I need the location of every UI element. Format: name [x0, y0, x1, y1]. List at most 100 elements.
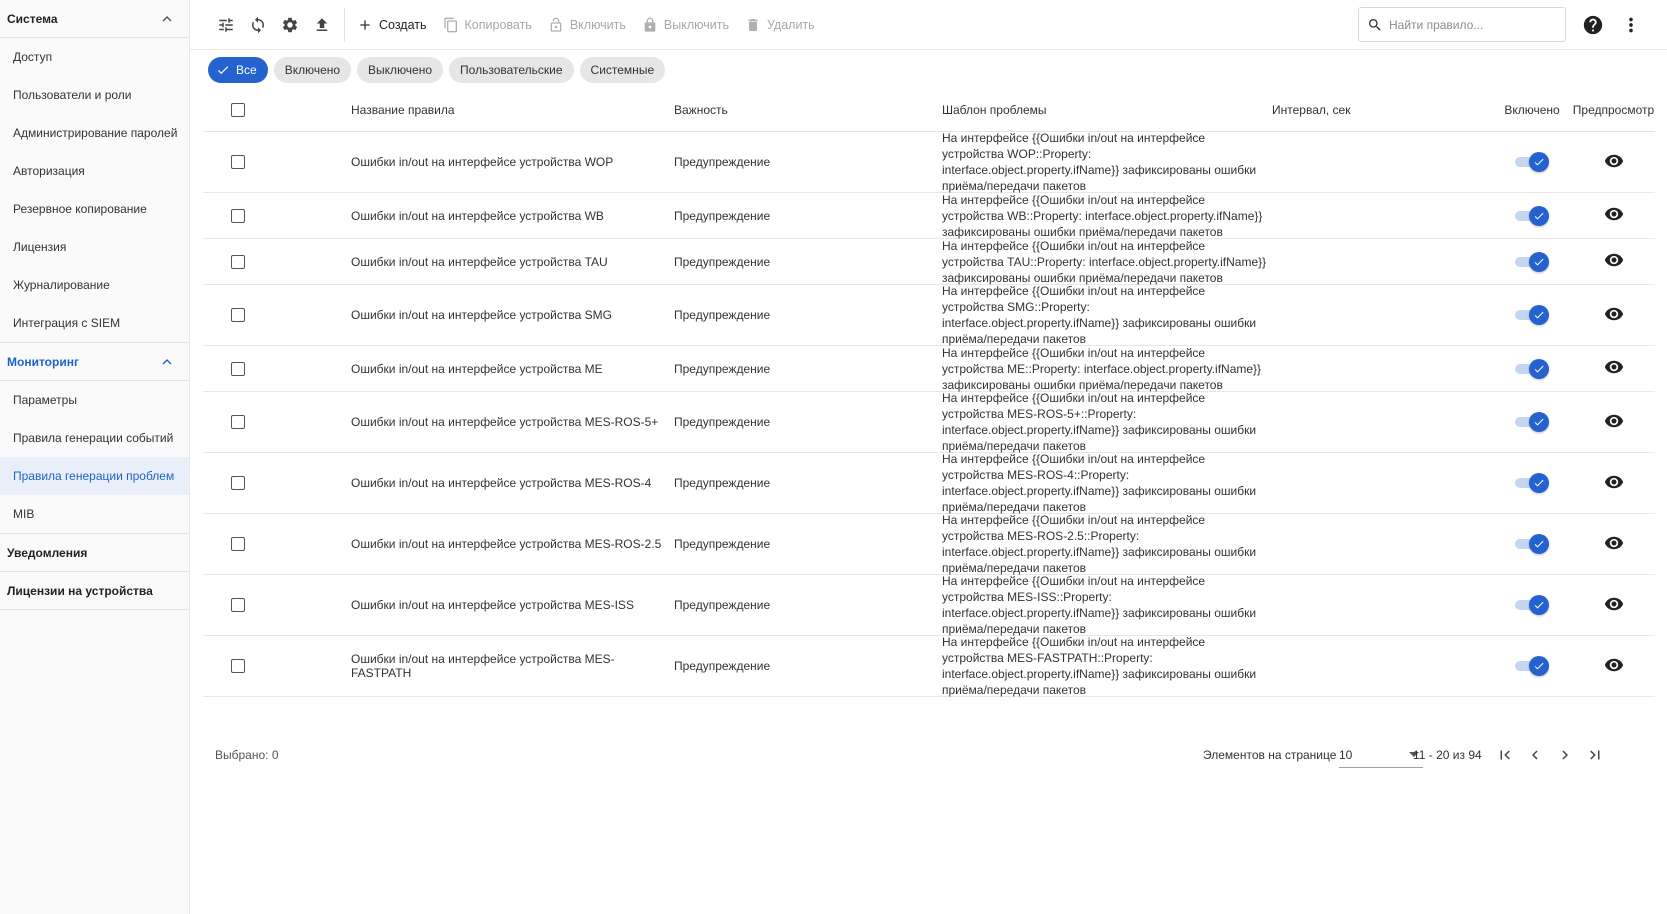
enabled-toggle[interactable]	[1515, 473, 1549, 493]
sidebar-group-notifications[interactable]: Уведомления	[0, 534, 189, 572]
check-icon	[217, 66, 229, 75]
last-page-button[interactable]	[1583, 743, 1607, 767]
column-header-enabled[interactable]: Включено	[1492, 103, 1572, 117]
table-row[interactable]: Ошибки in/out на интерфейсе устройства M…	[203, 513, 1655, 575]
create-button[interactable]: Создать	[349, 9, 435, 41]
preview-button[interactable]	[1604, 250, 1624, 273]
preview-button[interactable]	[1604, 304, 1624, 327]
filter-chip-disabled[interactable]: Выключено	[357, 57, 444, 83]
rule-severity: Предупреждение	[674, 659, 771, 673]
sidebar-item-authorization[interactable]: Авторизация	[0, 152, 189, 190]
prev-page-button[interactable]	[1523, 743, 1547, 767]
row-checkbox-cell	[203, 537, 351, 551]
eye-icon	[1604, 658, 1623, 671]
table-row[interactable]: Ошибки in/out на интерфейсе устройства M…	[203, 635, 1655, 697]
per-page-select[interactable]: 10	[1339, 742, 1423, 768]
row-checkbox[interactable]	[231, 476, 245, 490]
refresh-button[interactable]	[242, 9, 274, 41]
rule-preview-cell	[1572, 411, 1655, 434]
enabled-toggle[interactable]	[1515, 595, 1549, 615]
sidebar-item-mib[interactable]: MIB	[0, 495, 189, 533]
filter-chip-all[interactable]: Все	[208, 57, 268, 83]
column-header-template[interactable]: Шаблон проблемы	[942, 102, 1272, 118]
rule-severity: Предупреждение	[674, 254, 771, 269]
table-row[interactable]: Ошибки in/out на интерфейсе устройства M…	[203, 574, 1655, 636]
rule-preview-cell	[1572, 304, 1655, 327]
row-checkbox[interactable]	[231, 308, 245, 322]
preview-button[interactable]	[1604, 533, 1624, 556]
row-checkbox[interactable]	[231, 155, 245, 169]
sidebar-item-users-roles[interactable]: Пользователи и роли	[0, 76, 189, 114]
table-row[interactable]: Ошибки in/out на интерфейсе устройства S…	[203, 284, 1655, 346]
enabled-toggle[interactable]	[1515, 305, 1549, 325]
first-page-button[interactable]	[1493, 743, 1517, 767]
template-line: устройства WB::Property: interface.objec…	[942, 208, 1263, 223]
table-row[interactable]: Ошибки in/out на интерфейсе устройства M…	[203, 452, 1655, 514]
next-page-button[interactable]	[1553, 743, 1577, 767]
enabled-toggle[interactable]	[1515, 358, 1549, 379]
sidebar-group-monitoring[interactable]: Мониторинг	[0, 343, 189, 381]
toggle-knob	[1529, 205, 1549, 226]
sidebar-group-system[interactable]: Система	[0, 0, 189, 38]
row-checkbox[interactable]	[231, 659, 245, 673]
rule-name: Ошибки in/out на интерфейсе устройства T…	[351, 254, 608, 269]
copy-button[interactable]: Копировать	[435, 9, 540, 41]
enabled-toggle[interactable]	[1515, 152, 1549, 172]
sidebar-group-device-licenses[interactable]: Лицензии на устройства	[0, 572, 189, 610]
check-icon	[1534, 365, 1544, 372]
eye-icon	[1604, 207, 1623, 221]
select-all-checkbox[interactable]	[231, 103, 245, 117]
delete-button[interactable]: Удалить	[737, 9, 823, 41]
table-row[interactable]: Ошибки in/out на интерфейсе устройства T…	[203, 239, 1655, 285]
preview-button[interactable]	[1604, 357, 1624, 380]
filter-settings-button[interactable]	[210, 9, 242, 41]
search-box	[1358, 7, 1566, 42]
disable-button[interactable]: Выключить	[634, 9, 737, 41]
filter-chip-custom[interactable]: Пользовательские	[449, 57, 574, 83]
enabled-toggle[interactable]	[1515, 412, 1549, 432]
sidebar-item-backup[interactable]: Резервное копирование	[0, 190, 189, 228]
column-header-name[interactable]: Название правила	[351, 103, 674, 117]
row-checkbox[interactable]	[231, 208, 245, 223]
table-row[interactable]: Ошибки in/out на интерфейсе устройства W…	[203, 193, 1655, 239]
row-checkbox[interactable]	[231, 598, 245, 612]
sidebar-item-problem-rules[interactable]: Правила генерации проблем	[0, 457, 189, 495]
enabled-toggle[interactable]	[1515, 251, 1549, 272]
table-row[interactable]: Ошибки in/out на интерфейсе устройства M…	[203, 391, 1655, 453]
upload-button[interactable]	[306, 9, 338, 41]
row-checkbox[interactable]	[231, 537, 245, 551]
preview-button[interactable]	[1604, 594, 1624, 617]
enabled-toggle[interactable]	[1515, 205, 1549, 226]
preview-button[interactable]	[1604, 151, 1624, 174]
row-checkbox[interactable]	[231, 254, 245, 269]
search-input[interactable]	[1389, 17, 1559, 32]
sidebar-item-license[interactable]: Лицензия	[0, 228, 189, 266]
preview-button[interactable]	[1604, 411, 1624, 434]
filter-chip-enabled[interactable]: Включено	[273, 57, 352, 83]
sidebar-item-event-rules[interactable]: Правила генерации событий	[0, 419, 189, 457]
sidebar-item-siem[interactable]: Интеграция с SIEM	[0, 304, 189, 342]
table-row[interactable]: Ошибки in/out на интерфейсе устройства M…	[203, 346, 1655, 392]
settings-button[interactable]	[274, 9, 306, 41]
preview-button[interactable]	[1604, 472, 1624, 495]
filter-chip-system[interactable]: Системные	[579, 57, 666, 83]
row-checkbox[interactable]	[231, 361, 245, 376]
row-checkbox[interactable]	[231, 415, 245, 429]
preview-button[interactable]	[1604, 204, 1624, 227]
table-row[interactable]: Ошибки in/out на интерфейсе устройства W…	[203, 131, 1655, 193]
enabled-toggle[interactable]	[1515, 656, 1549, 676]
preview-button[interactable]	[1604, 655, 1624, 678]
table-footer: Выбрано: 0 Элементов на странице 10 11 -…	[203, 740, 1655, 770]
sidebar-item-password-admin[interactable]: Администрирование паролей	[0, 114, 189, 152]
row-checkbox-cell	[203, 659, 351, 673]
column-header-severity[interactable]: Важность	[674, 103, 942, 117]
more-vert-icon[interactable]	[1620, 14, 1642, 36]
column-header-interval[interactable]: Интервал, сек	[1272, 103, 1492, 117]
template-line: На интерфейсе {{Ошибки in/out на интерфе…	[942, 192, 1206, 207]
sidebar-item-access[interactable]: Доступ	[0, 38, 189, 76]
sidebar-item-logging[interactable]: Журналирование	[0, 266, 189, 304]
enable-button[interactable]: Включить	[540, 9, 634, 41]
sidebar-item-parameters[interactable]: Параметры	[0, 381, 189, 419]
enabled-toggle[interactable]	[1515, 534, 1549, 554]
help-icon[interactable]	[1582, 14, 1604, 36]
